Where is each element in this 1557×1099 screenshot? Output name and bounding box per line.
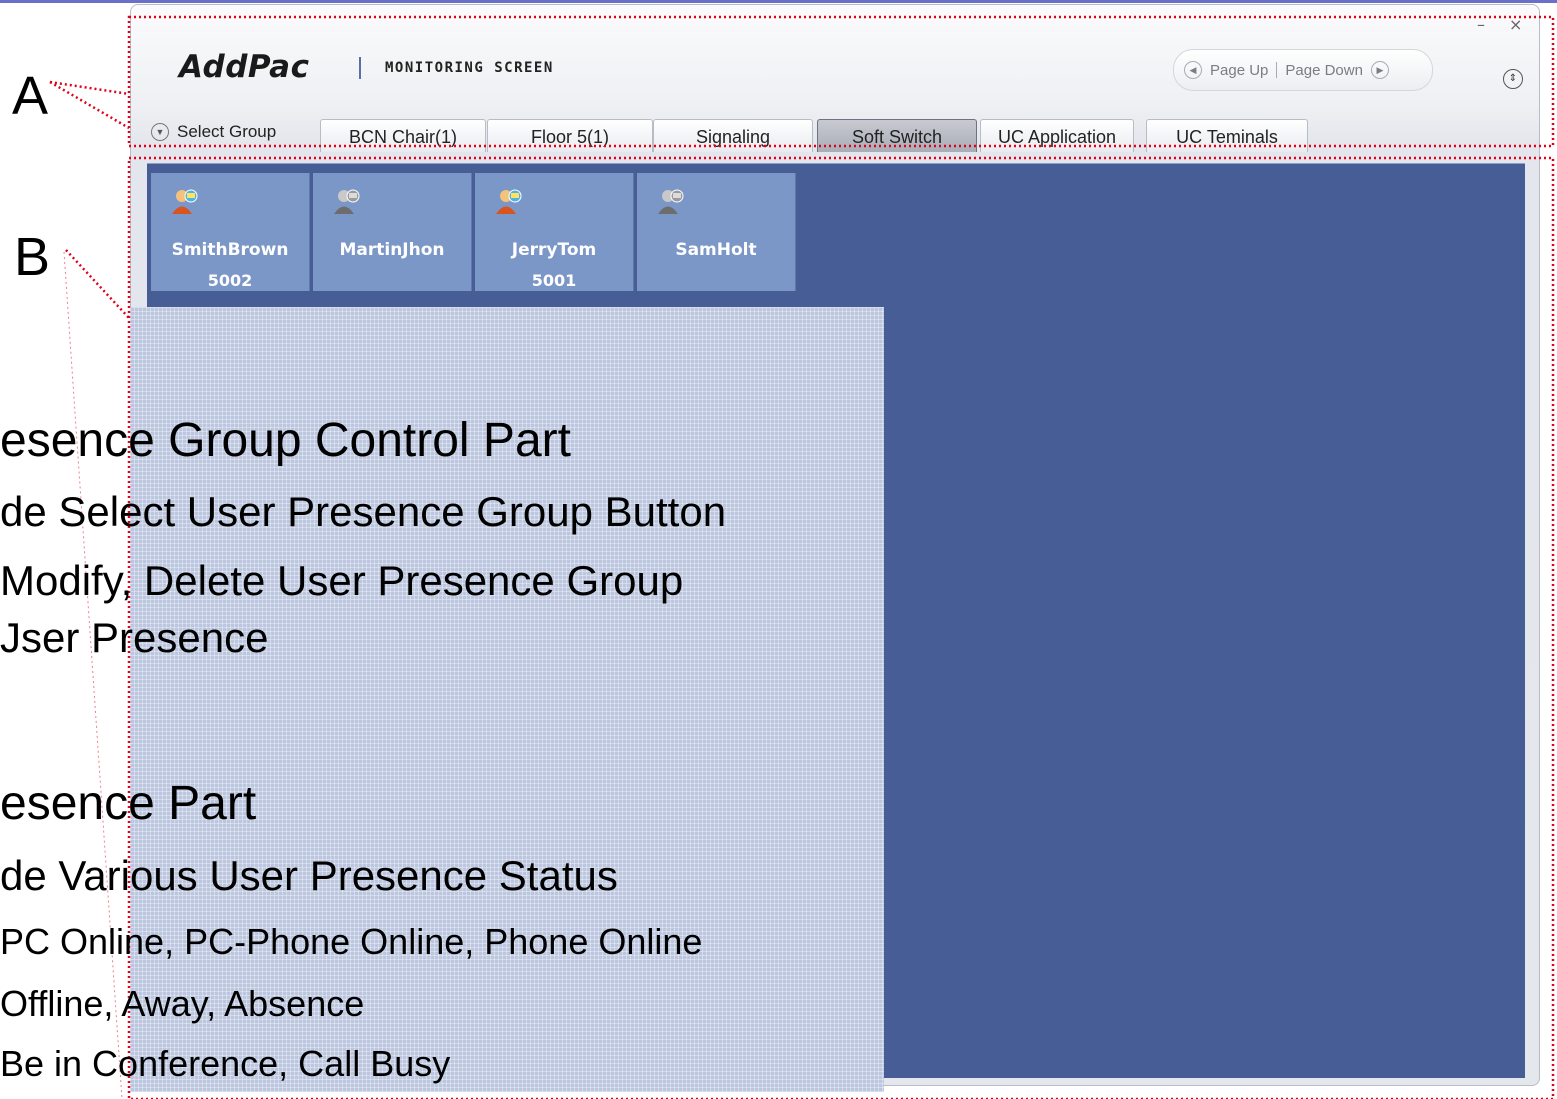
slide-line-1: esence Group Control Part	[0, 414, 571, 467]
slide-line-9: Be in Conference, Call Busy	[0, 1043, 451, 1084]
slide-line-3: Modify, Delete User Presence Group	[0, 557, 684, 604]
annotation-box-a	[127, 15, 1555, 148]
slide-line-7: PC Online, PC-Phone Online, Phone Online	[0, 921, 703, 962]
annotation-label-a: A	[12, 66, 49, 126]
annotation-label-b: B	[14, 227, 51, 287]
slide-line-5: esence Part	[0, 777, 257, 830]
slide-line-8: Offline, Away, Absence	[0, 983, 365, 1024]
slide-line-2: de Select User Presence Group Button	[0, 488, 727, 535]
slide-line-6: de Various User Presence Status	[0, 852, 618, 899]
slide-line-4: Jser Presence	[0, 614, 269, 661]
